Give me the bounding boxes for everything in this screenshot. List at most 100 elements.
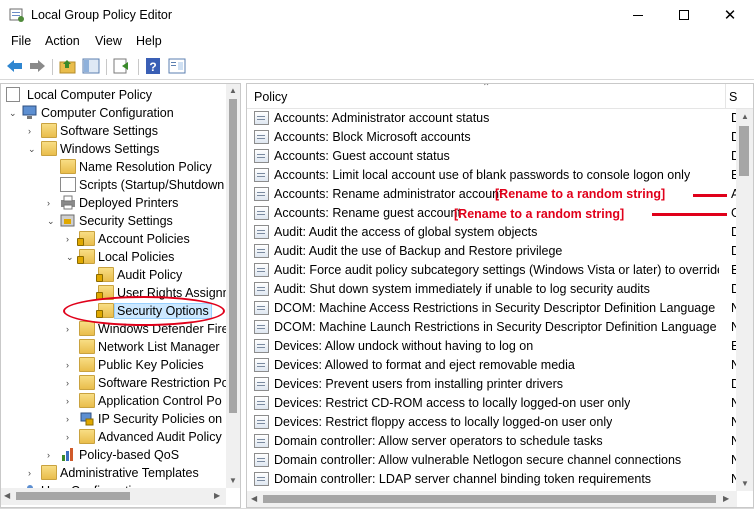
scroll-left-icon[interactable]: ◀ <box>4 491 10 500</box>
status-bar <box>0 508 754 531</box>
policy-setting-icon <box>254 111 269 125</box>
close-icon: ✕ <box>723 7 737 24</box>
chevron-right-icon[interactable]: › <box>28 126 38 136</box>
chevron-right-icon[interactable]: › <box>66 378 76 388</box>
lock-icon <box>96 274 103 282</box>
tree-vertical-scroll-thumb[interactable] <box>229 99 237 413</box>
policy-setting-icon <box>254 168 269 182</box>
chevron-right-icon[interactable]: › <box>66 234 76 244</box>
chevron-right-icon[interactable]: › <box>47 198 57 208</box>
scroll-down-icon[interactable]: ▼ <box>229 476 237 485</box>
folder-icon <box>60 159 76 174</box>
tree-item-label: Name Resolution Policy <box>79 160 212 174</box>
chevron-right-icon[interactable]: › <box>66 324 76 334</box>
policy-row[interactable]: Audit: Audit the access of global system… <box>247 223 753 242</box>
folder-icon <box>79 375 95 390</box>
scroll-up-icon[interactable]: ▲ <box>229 86 237 95</box>
column-header-policy[interactable]: Policy <box>254 90 287 104</box>
chevron-down-icon[interactable]: ⌄ <box>66 252 76 262</box>
policy-row[interactable]: Domain controller: Allow vulnerable Netl… <box>247 451 753 470</box>
up-folder-icon[interactable] <box>58 57 78 75</box>
chevron-right-icon[interactable]: › <box>28 468 38 478</box>
policy-row[interactable]: Devices: Restrict CD-ROM access to local… <box>247 394 753 413</box>
chevron-right-icon[interactable]: › <box>66 360 76 370</box>
minimize-button[interactable] <box>615 0 661 32</box>
policy-row[interactable]: Devices: Allow undock without having to … <box>247 337 753 356</box>
show-hide-tree-icon[interactable] <box>81 57 101 75</box>
minimize-icon <box>633 15 643 16</box>
policy-setting-icon <box>254 187 269 201</box>
policy-setting-icon <box>254 301 269 315</box>
help-icon[interactable]: ? <box>144 57 164 75</box>
list-horizontal-scroll-thumb[interactable] <box>263 495 716 503</box>
column-divider[interactable] <box>725 84 726 109</box>
close-button[interactable]: ✕ <box>707 0 753 32</box>
chevron-down-icon[interactable]: ⌄ <box>47 216 57 226</box>
policy-row[interactable]: DCOM: Machine Access Restrictions in Sec… <box>247 299 753 318</box>
policy-row[interactable]: Domain controller: Allow server operator… <box>247 432 753 451</box>
folder-icon <box>79 321 95 336</box>
chevron-down-icon[interactable]: ⌄ <box>28 144 38 154</box>
maximize-icon <box>679 10 689 20</box>
chevron-right-icon[interactable]: › <box>66 414 76 424</box>
toolbar: ? <box>0 53 754 80</box>
tree-item-label: Advanced Audit Policy <box>98 430 222 444</box>
back-arrow-icon[interactable] <box>5 57 25 75</box>
chevron-right-icon[interactable]: › <box>66 396 76 406</box>
properties-icon[interactable] <box>167 57 187 75</box>
policy-row[interactable]: Audit: Shut down system immediately if u… <box>247 280 753 299</box>
tree-item-label: Policy-based QoS <box>79 448 180 462</box>
policy-row[interactable]: Audit: Force audit policy subcategory se… <box>247 261 753 280</box>
column-header-security-setting[interactable]: S <box>729 90 737 104</box>
policy-row[interactable]: Accounts: Limit local account use of bla… <box>247 166 753 185</box>
scroll-up-icon[interactable]: ▲ <box>741 112 749 121</box>
list-vertical-scroll-thumb[interactable] <box>739 126 749 176</box>
policy-name: Domain controller: Allow vulnerable Netl… <box>274 453 682 467</box>
folder-icon <box>79 429 95 444</box>
scroll-down-icon[interactable]: ▼ <box>741 479 749 488</box>
menu-action[interactable]: Action <box>45 34 80 48</box>
chevron-right-icon[interactable]: › <box>47 450 57 460</box>
policy-name: Devices: Restrict CD-ROM access to local… <box>274 396 631 410</box>
computer-icon <box>22 105 38 120</box>
toolbar-separator <box>106 59 107 75</box>
policy-list-pane: Policy ⌃ S Accounts: Administrator accou… <box>246 83 754 508</box>
chevron-right-icon[interactable]: › <box>66 432 76 442</box>
menu-file[interactable]: File <box>11 34 31 48</box>
tree-item-label: Account Policies <box>98 232 190 246</box>
policy-row[interactable]: Audit: Audit the use of Backup and Resto… <box>247 242 753 261</box>
policy-row[interactable]: Accounts: Guest account statusD <box>247 147 753 166</box>
policy-row[interactable]: Devices: Prevent users from installing p… <box>247 375 753 394</box>
menu-view[interactable]: View <box>95 34 122 48</box>
tree-item-label: Local Policies <box>98 250 175 264</box>
ip-security-icon <box>79 411 95 426</box>
tree-horizontal-scroll-thumb[interactable] <box>16 492 130 500</box>
policy-name: DCOM: Machine Access Restrictions in Sec… <box>274 301 719 315</box>
chevron-down-icon[interactable]: ⌄ <box>9 108 19 118</box>
policy-row[interactable]: Devices: Allowed to format and eject rem… <box>247 356 753 375</box>
policy-row[interactable]: Devices: Restrict floppy access to local… <box>247 413 753 432</box>
policy-row[interactable]: Accounts: Administrator account statusD <box>247 109 753 128</box>
policy-name: Devices: Prevent users from installing p… <box>274 377 563 391</box>
policy-row[interactable]: Domain controller: LDAP server channel b… <box>247 470 753 489</box>
policy-row[interactable]: Accounts: Block Microsoft accountsD <box>247 128 753 147</box>
policy-setting-icon <box>254 415 269 429</box>
policy-setting-icon <box>254 339 269 353</box>
export-list-icon[interactable] <box>112 57 132 75</box>
tree-item-label: Computer Configuration <box>41 106 174 120</box>
maximize-button[interactable] <box>661 0 707 32</box>
scroll-right-icon[interactable]: ▶ <box>723 494 729 503</box>
svg-text:?: ? <box>149 60 156 74</box>
toolbar-separator <box>138 59 139 75</box>
menu-help[interactable]: Help <box>136 34 162 48</box>
forward-arrow-icon[interactable] <box>27 57 47 75</box>
tree-item-label: IP Security Policies on <box>98 412 223 426</box>
scroll-left-icon[interactable]: ◀ <box>251 494 257 503</box>
tree-item-label: Audit Policy <box>117 268 183 282</box>
policy-row[interactable]: DCOM: Machine Launch Restrictions in Sec… <box>247 318 753 337</box>
folder-icon <box>41 141 57 156</box>
policy-name: Accounts: Administrator account status <box>274 111 490 125</box>
tree-item-label: Windows Settings <box>60 142 160 156</box>
scroll-right-icon[interactable]: ▶ <box>214 491 220 500</box>
lock-icon <box>77 238 84 246</box>
